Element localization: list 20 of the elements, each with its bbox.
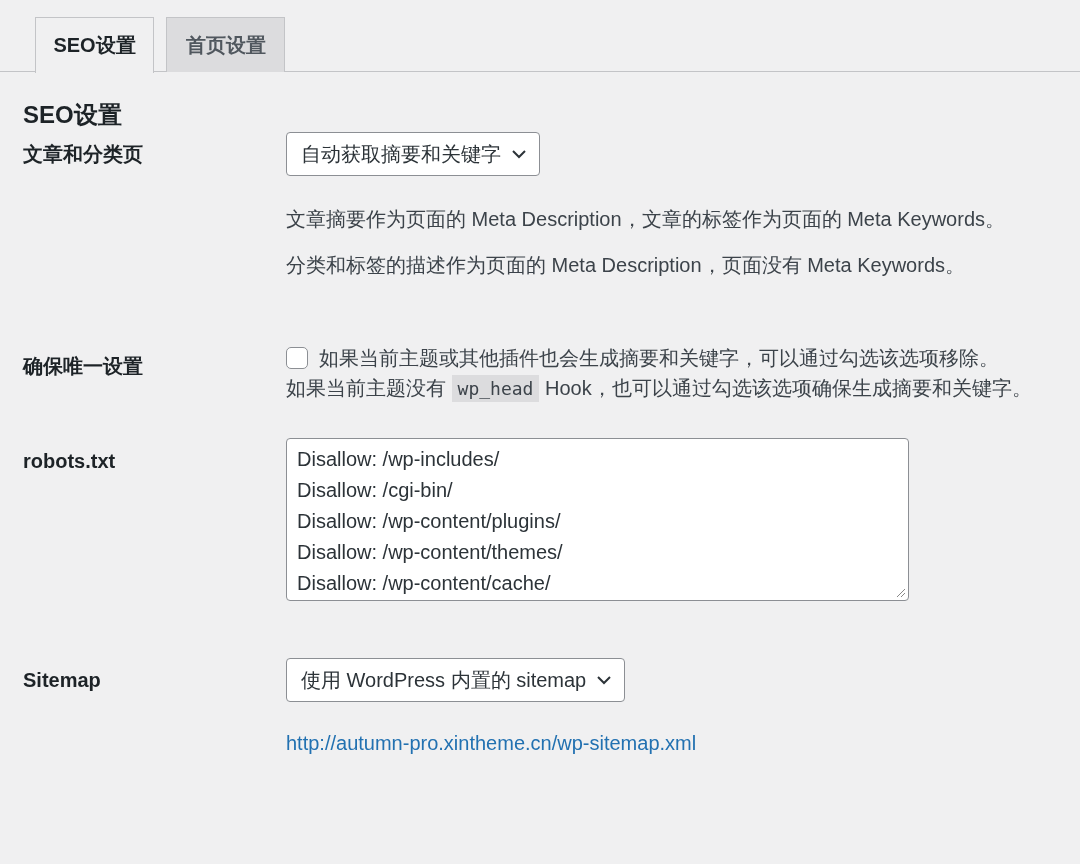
- field-label: 文章和分类页: [23, 142, 144, 167]
- field-label: Sitemap: [23, 668, 102, 693]
- sitemap-link[interactable]: http://autumn-pro.xintheme.cn/wp-sitemap.xml: [286, 732, 697, 755]
- description-text: 如果当前主题没有 wp_head Hook，也可以通过勾选该选项确保生成摘要和关键字。: [286, 373, 1032, 404]
- field-label: robots.txt: [23, 449, 117, 474]
- description-text: 分类和标签的描述作为页面的 Meta Description，页面没有 Meta Keywords。: [286, 253, 965, 278]
- robots-textarea[interactable]: Disallow: /wp-includes/ Disallow: /cgi-bin/ Disallow: /wp-content/plugins/ Disallow: /wp-content/themes/ Disallow: /wp-content/cache/: [286, 438, 909, 601]
- section-heading: SEO设置: [23, 100, 123, 130]
- field-label: 确保唯一设置: [23, 354, 144, 379]
- description-text: 文章摘要作为页面的 Meta Description，文章的标签作为页面的 Meta Keywords。: [286, 207, 1005, 232]
- dropdown-select[interactable]: 使用 WordPress 内置的 sitemap: [286, 658, 626, 702]
- textarea-line: Disallow: /wp-includes/: [297, 447, 501, 472]
- textarea-line: Disallow: /wp-content/plugins/: [297, 509, 562, 534]
- textarea-line: Disallow: /wp-content/themes/: [297, 540, 564, 565]
- dropdown-select[interactable]: 自动获取摘要和关键字: [286, 132, 540, 176]
- checkbox-label: 如果当前主题或其他插件也会生成摘要和关键字，可以通过勾选该选项移除。: [319, 346, 999, 371]
- textarea-line: Disallow: /cgi-bin/: [297, 478, 454, 503]
- tab[interactable]: SEO设置: [35, 17, 154, 73]
- tab[interactable]: 首页设置: [166, 17, 285, 72]
- textarea-line: Disallow: /wp-content/cache/: [297, 571, 552, 596]
